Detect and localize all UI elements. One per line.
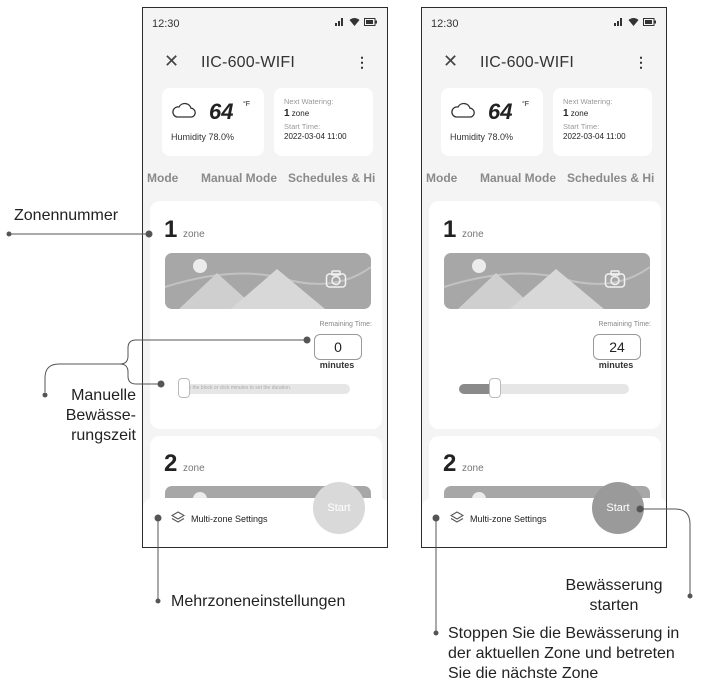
callout-start-watering: Bewässerung starten [565,577,663,614]
callout-stop-next: Stoppen Sie die Bewässerung in der aktue… [448,625,680,682]
callout-line-manual-time [44,339,307,392]
callout-zone-number: Zonennummer [14,207,119,224]
callout-manual-time: Manuelle Bewässe- rungszeit [65,387,136,444]
callout-multi-zone: Mehrzoneneinstellungen [171,593,346,610]
